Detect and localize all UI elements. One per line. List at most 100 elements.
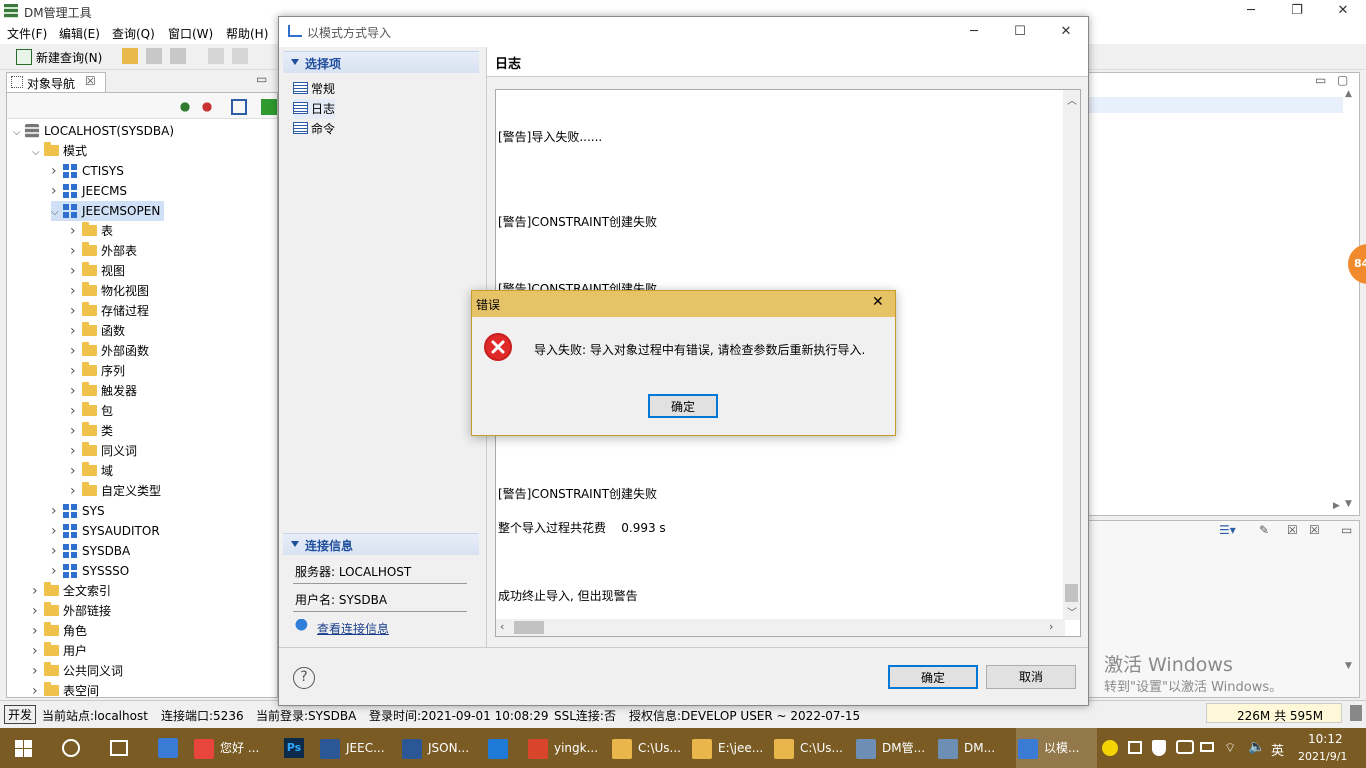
tree-node[interactable]: › SYSDBA xyxy=(51,541,130,561)
chevron-right-icon[interactable]: › xyxy=(32,601,44,621)
taskbar-app[interactable] xyxy=(488,728,514,768)
tree-node[interactable]: › 用户 xyxy=(32,641,87,661)
save-icon[interactable] xyxy=(146,48,162,64)
chevron-right-icon[interactable]: › xyxy=(70,241,82,261)
clock-date[interactable]: 2021/9/1 xyxy=(1298,750,1347,763)
clock-time[interactable]: 10:12 xyxy=(1308,732,1343,746)
tree-node[interactable]: › 存储过程 xyxy=(70,301,149,321)
chevron-right-icon[interactable]: › xyxy=(32,661,44,681)
connection-section-header[interactable]: 连接信息 xyxy=(283,533,479,555)
chevron-right-icon[interactable]: › xyxy=(51,161,63,181)
battery-icon[interactable] xyxy=(1200,742,1214,752)
tree-node[interactable]: › CTISYS xyxy=(51,161,124,181)
chevron-right-icon[interactable]: › xyxy=(32,681,44,701)
chevron-down-icon[interactable]: ⌵ xyxy=(32,143,44,163)
task-view-icon[interactable] xyxy=(110,740,128,756)
taskbar-app[interactable]: 以模... xyxy=(1016,728,1098,768)
tree-node[interactable]: › 全文索引 xyxy=(32,581,111,601)
edit-icon[interactable] xyxy=(231,99,247,115)
tree-node[interactable]: ⌵ LOCALHOST(SYSDBA) xyxy=(13,121,174,141)
tree-node[interactable]: › SYSAUDITOR xyxy=(51,521,160,541)
import-maximize-button[interactable]: ☐ xyxy=(997,21,1043,43)
tree-node[interactable]: › 域 xyxy=(70,461,113,481)
minimize-icon[interactable]: ▭ xyxy=(256,72,270,86)
chevron-right-icon[interactable]: › xyxy=(70,321,82,341)
taskbar-app[interactable]: DM管... xyxy=(856,728,925,768)
chevron-right-icon[interactable]: › xyxy=(32,581,44,601)
log-horizontal-scrollbar[interactable]: ‹ › xyxy=(496,619,1065,636)
start-icon[interactable] xyxy=(15,740,32,757)
scroll-down-icon[interactable]: ▼ xyxy=(1345,499,1352,509)
scroll-up-icon[interactable]: ▲ xyxy=(1345,89,1352,99)
tree-node[interactable]: › 类 xyxy=(70,421,113,441)
import-minimize-button[interactable]: ─ xyxy=(951,21,997,43)
search-icon[interactable] xyxy=(62,739,80,757)
chevron-right-icon[interactable]: › xyxy=(51,541,63,561)
close-icon[interactable]: ☒ xyxy=(85,74,96,88)
wifi-icon[interactable]: ⌔ xyxy=(1224,740,1236,756)
taskbar-app[interactable]: JSON... xyxy=(402,728,469,768)
photoshop-icon[interactable]: Ps xyxy=(284,738,304,758)
chevron-right-icon[interactable]: › xyxy=(70,381,82,401)
chevron-right-icon[interactable]: › xyxy=(51,181,63,201)
volume-icon[interactable]: 🔈 xyxy=(1248,739,1265,755)
menu-edit[interactable]: 编辑(E) xyxy=(59,25,100,42)
options-section-header[interactable]: 选择项 xyxy=(283,51,479,73)
chat-icon[interactable] xyxy=(1176,740,1194,754)
gc-icon[interactable] xyxy=(1350,705,1362,721)
tree-node[interactable]: › 自定义类型 xyxy=(70,481,161,501)
tree-node[interactable]: › 序列 xyxy=(70,361,125,381)
shield-icon[interactable] xyxy=(1152,740,1166,756)
tree-node[interactable]: › 外部函数 xyxy=(70,341,149,361)
chevron-down-icon[interactable]: ⌵ xyxy=(51,203,63,223)
chevron-right-icon[interactable]: › xyxy=(70,361,82,381)
import-close-button[interactable]: ✕ xyxy=(1043,21,1089,43)
tree-node[interactable]: › 表空间 xyxy=(32,681,99,701)
ime-indicator[interactable]: 英 xyxy=(1271,740,1284,759)
chevron-right-icon[interactable]: › xyxy=(70,261,82,281)
tray-window-icon[interactable] xyxy=(1128,741,1142,754)
minimize-icon[interactable]: ▭ xyxy=(1341,523,1352,537)
import-ok-button[interactable]: 确定 xyxy=(888,665,978,689)
taskbar-app[interactable]: E:\jee... xyxy=(692,728,763,768)
connect-icon[interactable] xyxy=(177,99,193,115)
taskbar-app[interactable]: 您好 ... xyxy=(194,728,259,768)
tree-node[interactable]: › 同义词 xyxy=(70,441,137,461)
redo-icon[interactable] xyxy=(232,48,248,64)
menu-file[interactable]: 文件(F) xyxy=(7,25,47,42)
tree-node[interactable]: ⌵ JEECMSOPEN xyxy=(51,201,165,223)
chevron-right-icon[interactable]: › xyxy=(70,341,82,361)
new-query-button[interactable]: 新建查询(N) xyxy=(36,49,102,66)
scroll-right-icon[interactable]: › xyxy=(1049,620,1053,633)
tree-node[interactable]: › JEECMS xyxy=(51,181,127,201)
scroll-up-icon[interactable]: ︿ xyxy=(1067,92,1077,107)
chevron-right-icon[interactable]: › xyxy=(70,461,82,481)
tree-node[interactable]: › 触发器 xyxy=(70,381,137,401)
scroll-thumb[interactable] xyxy=(514,621,544,634)
chevron-right-icon[interactable]: › xyxy=(32,621,44,641)
scroll-thumb[interactable] xyxy=(1065,584,1078,602)
tree-node[interactable]: › 公共同义词 xyxy=(32,661,123,681)
disconnect-icon[interactable] xyxy=(199,99,215,115)
scroll-down-icon[interactable]: ▼ xyxy=(1345,661,1352,671)
tree-node[interactable]: › SYS xyxy=(51,501,105,521)
chevron-right-icon[interactable]: › xyxy=(70,441,82,461)
navigator-tab[interactable]: 对象导航 ☒ xyxy=(6,72,106,92)
minimize-icon[interactable]: ▭ xyxy=(1315,73,1326,87)
undo-icon[interactable] xyxy=(208,48,224,64)
scroll-left-icon[interactable]: ‹ xyxy=(500,620,504,633)
taskbar-app[interactable]: yingk... xyxy=(528,728,598,768)
chevron-right-icon[interactable]: › xyxy=(51,561,63,581)
app-close-button[interactable]: ✕ xyxy=(1320,0,1366,22)
scroll-down-icon[interactable]: ﹀ xyxy=(1067,604,1077,619)
tray-add-icon[interactable] xyxy=(1102,740,1118,756)
clear-icon[interactable]: ✎ xyxy=(1259,523,1269,537)
chevron-right-icon[interactable]: › xyxy=(70,481,82,501)
tree-node[interactable]: › 角色 xyxy=(32,621,87,641)
remove-icon[interactable]: ☒ xyxy=(1287,523,1298,537)
menu-query[interactable]: 查询(Q) xyxy=(112,25,155,42)
log-vertical-scrollbar[interactable]: ︿ ﹀ xyxy=(1063,90,1080,620)
maximize-icon[interactable]: ▢ xyxy=(1337,73,1348,87)
help-icon[interactable]: ? xyxy=(293,667,315,689)
scroll-right-icon[interactable]: ▶ xyxy=(1333,501,1340,511)
